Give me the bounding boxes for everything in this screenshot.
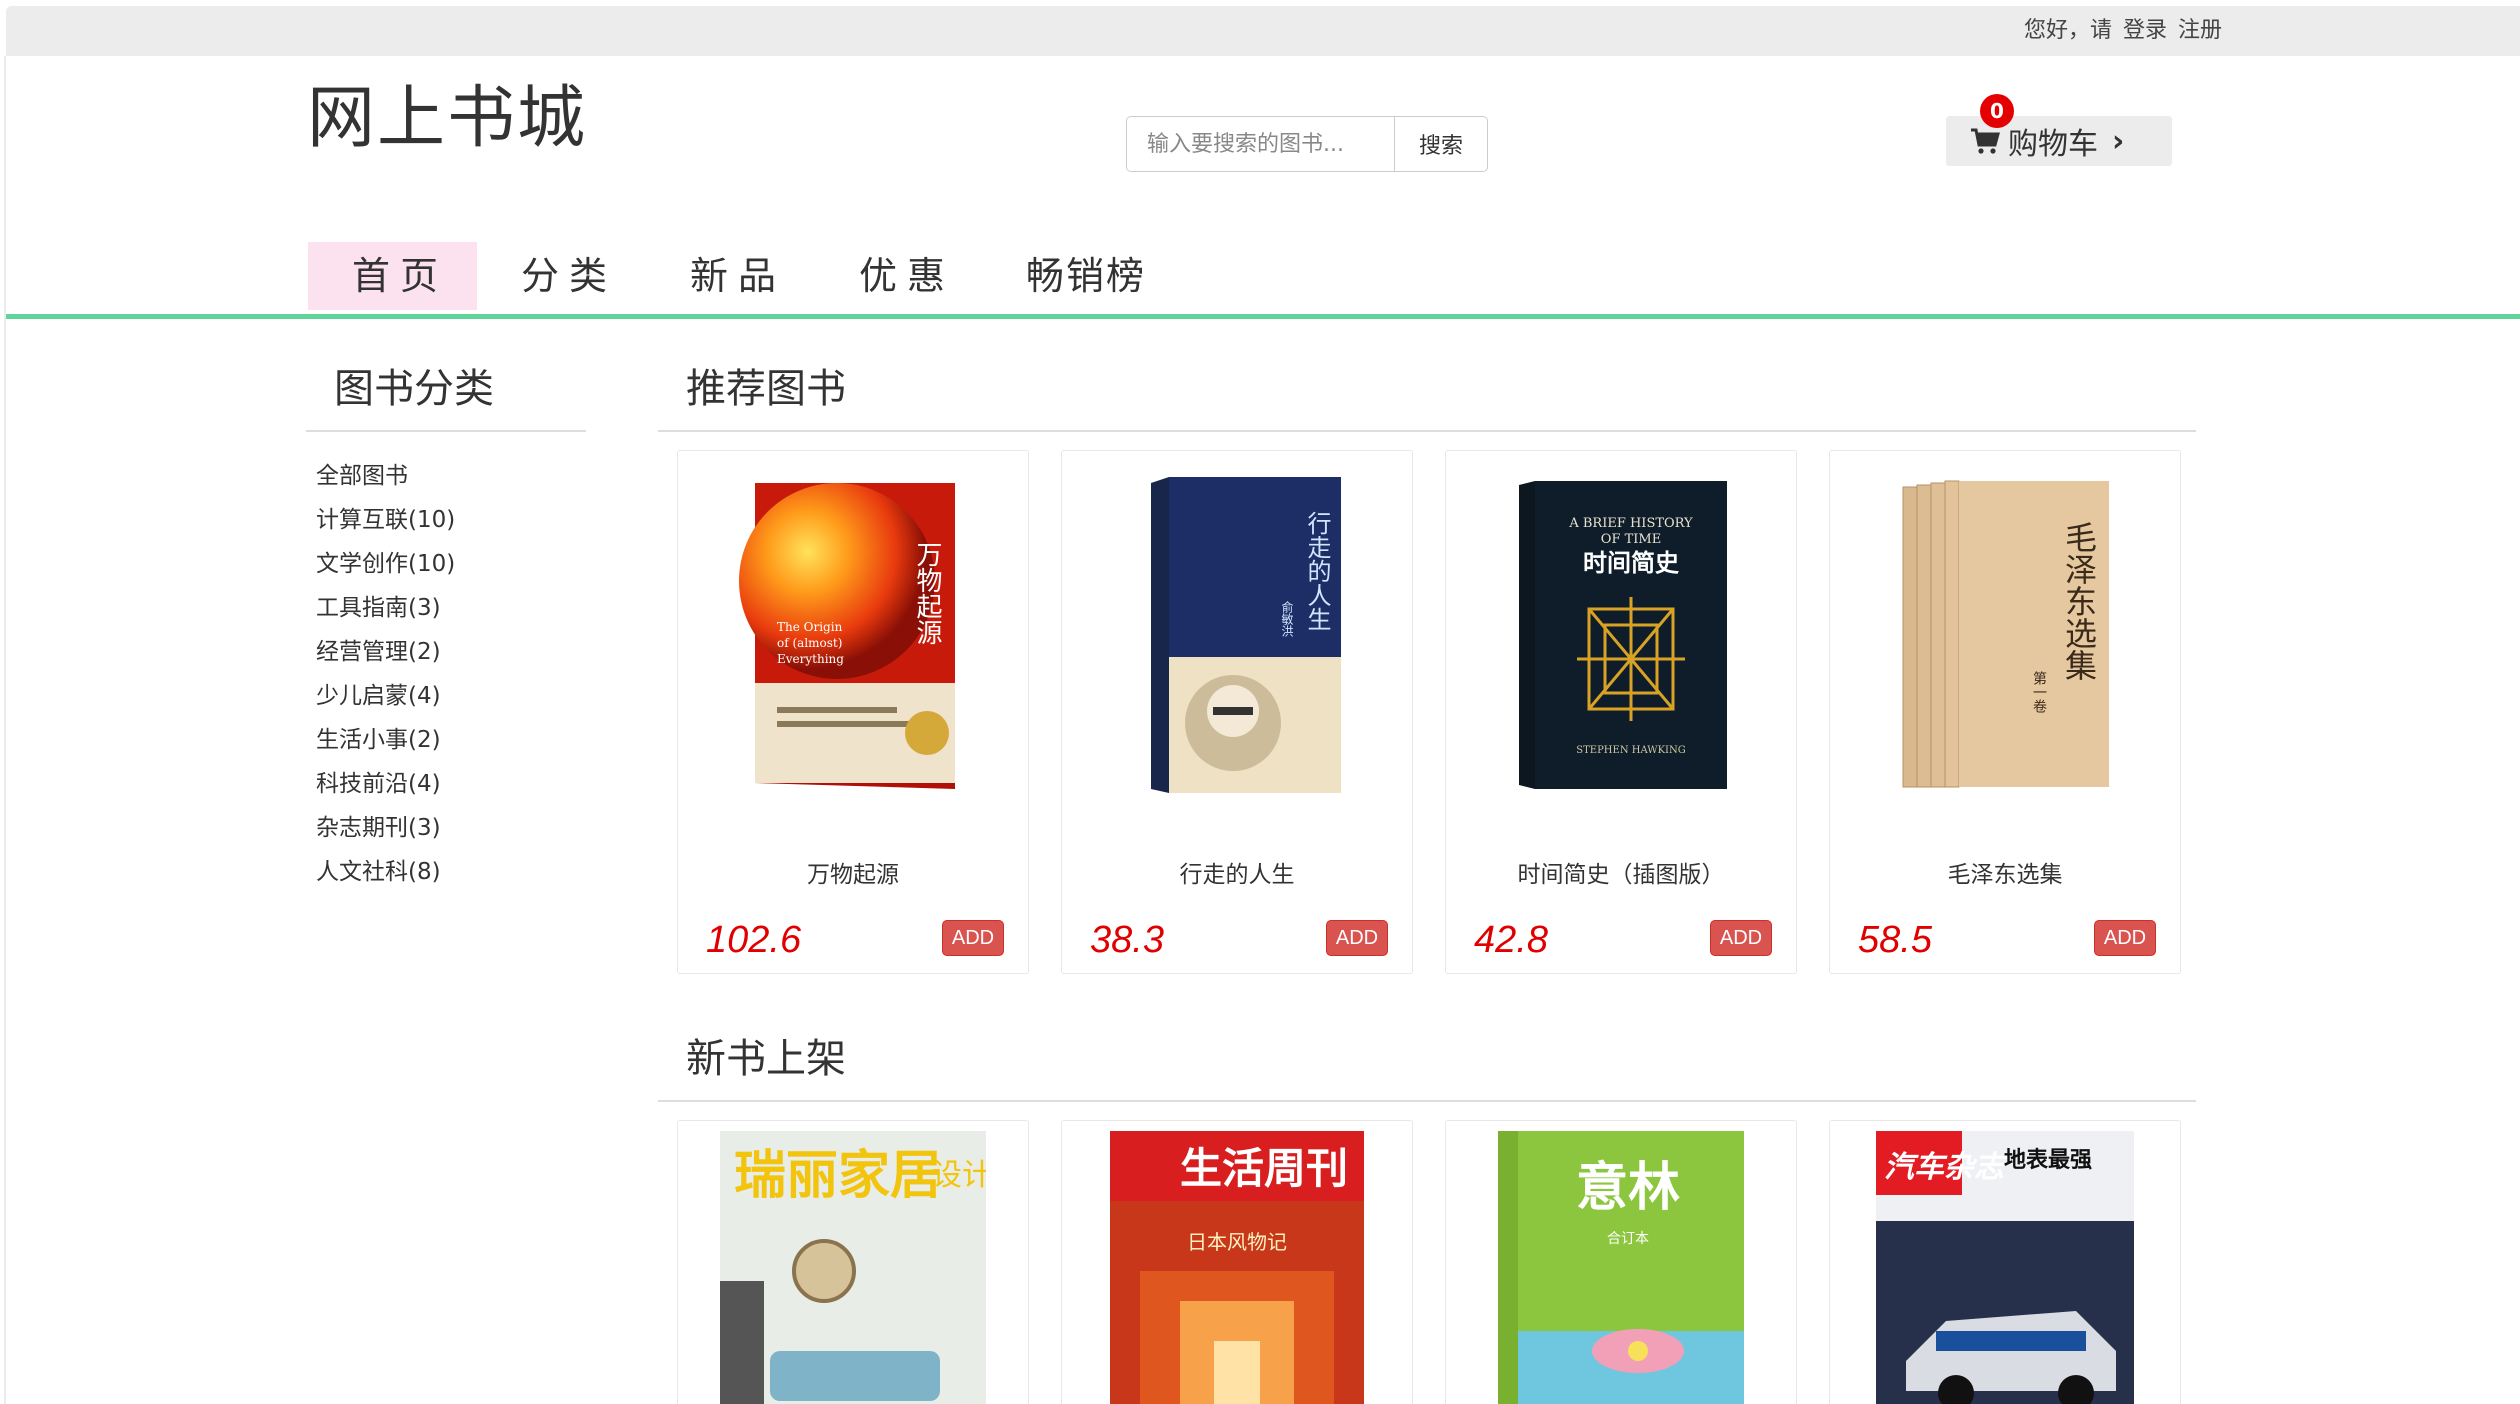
chevron-right-icon: › (2112, 123, 2125, 159)
book-title[interactable]: 毛泽东选集 (1830, 855, 2180, 889)
sidebar-divider (306, 430, 586, 432)
cart-count-badge: 0 (1980, 94, 2014, 128)
top-bar: 您好，请 登录 注册 (6, 6, 2520, 56)
recommended-divider (658, 430, 2196, 432)
svg-text:Everything: Everything (777, 652, 844, 666)
book-card[interactable]: 行走的人生 俞敏洪 行走的人生 38.3 ADD (1061, 450, 1413, 974)
book-price: 58.5 (1858, 919, 1932, 961)
book-cover-image[interactable]: 行走的人生 俞敏洪 (1121, 471, 1353, 801)
book-title[interactable]: 行走的人生 (1062, 855, 1412, 889)
new-books-divider (658, 1100, 2196, 1102)
login-link[interactable]: 登录 (2123, 18, 2167, 43)
svg-text:STEPHEN HAWKING: STEPHEN HAWKING (1576, 745, 1685, 756)
book-card[interactable]: 汽车杂志 地表最强 (1829, 1120, 2181, 1404)
search-bar: 搜索 (1126, 116, 1488, 172)
category-item-all[interactable]: 全部图书 (316, 454, 455, 498)
book-card[interactable]: 意林 合订本 (1445, 1120, 1797, 1404)
nav-home[interactable]: 首页 (308, 242, 477, 310)
recommended-title: 推荐图书 (686, 366, 846, 412)
sidebar-title: 图书分类 (334, 366, 494, 412)
cover-title-text: 汽车杂志 (1884, 1150, 2009, 1185)
category-item-management[interactable]: 经营管理(2) (316, 630, 455, 674)
cover-title-text: 意林 (1576, 1158, 1680, 1218)
cover-title-text: 行走的人生 (1303, 511, 1331, 631)
nav-category[interactable]: 分类 (477, 242, 646, 310)
svg-text:A BRIEF HISTORY: A BRIEF HISTORY (1568, 516, 1693, 531)
nav-divider (6, 314, 2520, 319)
site-title[interactable]: 网上书城 (307, 62, 587, 161)
cover-title-text: 万物起源 (912, 541, 942, 645)
cover-title-text: 毛泽东选集 (2060, 521, 2098, 681)
book-price: 42.8 (1474, 919, 1548, 961)
register-link[interactable]: 注册 (2178, 18, 2222, 43)
search-button[interactable]: 搜索 (1395, 116, 1488, 172)
cover-title-text: 生活周刊 (1180, 1144, 1348, 1193)
magazine-cover-image[interactable]: 意林 合订本 (1498, 1131, 1744, 1404)
search-input[interactable] (1126, 116, 1395, 172)
main-nav: 首页 分类 新品 优惠 畅销榜 (308, 242, 1184, 310)
page-border (4, 56, 6, 1404)
book-title[interactable]: 时间简史（插图版） (1446, 855, 1796, 889)
svg-text:俞敏洪: 俞敏洪 (1280, 600, 1294, 637)
nav-new[interactable]: 新品 (646, 242, 815, 310)
svg-text:of (almost): of (almost) (777, 636, 842, 650)
book-cover-image[interactable]: 毛泽东选集 第一卷 (1889, 471, 2121, 801)
book-card[interactable]: A BRIEF HISTORY OF TIME 时间简史 STEPHEN HAW… (1445, 450, 1797, 974)
book-cover-image[interactable]: A BRIEF HISTORY OF TIME 时间简史 STEPHEN HAW… (1505, 471, 1737, 801)
magazine-cover-image[interactable]: 汽车杂志 地表最强 (1876, 1131, 2134, 1404)
book-price: 102.6 (706, 919, 802, 961)
book-price: 38.3 (1090, 919, 1164, 961)
svg-text:日本风物记: 日本风物记 (1187, 1230, 1287, 1254)
svg-text:设计: 设计 (932, 1158, 986, 1193)
category-item-humanities[interactable]: 人文社科(8) (316, 850, 455, 894)
book-card[interactable]: 万物起源 The Origin of (almost) Everything 万… (677, 450, 1029, 974)
new-books-title: 新书上架 (686, 1036, 846, 1082)
svg-text:合订本: 合订本 (1607, 1231, 1649, 1247)
add-to-cart-button[interactable]: ADD (2094, 920, 2156, 956)
book-card[interactable]: 毛泽东选集 第一卷 毛泽东选集 58.5 ADD (1829, 450, 2181, 974)
category-item-technology[interactable]: 科技前沿(4) (316, 762, 455, 806)
account-links: 您好，请 登录 注册 (2020, 6, 2222, 56)
category-item-guides[interactable]: 工具指南(3) (316, 586, 455, 630)
book-card[interactable]: 瑞丽家居 设计 (677, 1120, 1029, 1404)
svg-text:The Origin: The Origin (777, 620, 843, 634)
book-cover-image[interactable]: 万物起源 The Origin of (almost) Everything (737, 471, 969, 801)
add-to-cart-button[interactable]: ADD (942, 920, 1004, 956)
book-card[interactable]: 生活周刊 日本风物记 (1061, 1120, 1413, 1404)
add-to-cart-button[interactable]: ADD (1326, 920, 1388, 956)
svg-text:OF TIME: OF TIME (1601, 532, 1661, 547)
category-item-magazines[interactable]: 杂志期刊(3) (316, 806, 455, 850)
category-item-children[interactable]: 少儿启蒙(4) (316, 674, 455, 718)
cart-label: 购物车 (2008, 127, 2098, 162)
svg-text:地表最强: 地表最强 (2004, 1148, 2092, 1173)
nav-discount[interactable]: 优惠 (815, 242, 984, 310)
svg-text:第一卷: 第一卷 (2031, 670, 2047, 713)
nav-bestseller[interactable]: 畅销榜 (984, 242, 1184, 310)
shopping-cart-icon (1971, 128, 2000, 154)
cover-title-text: 瑞丽家居 (734, 1146, 942, 1206)
category-item-computing[interactable]: 计算互联(10) (316, 498, 455, 542)
add-to-cart-button[interactable]: ADD (1710, 920, 1772, 956)
category-item-literature[interactable]: 文学创作(10) (316, 542, 455, 586)
cover-title-text: 时间简史 (1583, 549, 1680, 577)
magazine-cover-image[interactable]: 瑞丽家居 设计 (720, 1131, 986, 1404)
magazine-cover-image[interactable]: 生活周刊 日本风物记 (1110, 1131, 1364, 1404)
book-title[interactable]: 万物起源 (678, 855, 1028, 889)
category-item-life[interactable]: 生活小事(2) (316, 718, 455, 762)
cart-button[interactable]: 购物车 › 0 (1946, 94, 2172, 166)
category-list: 全部图书 计算互联(10) 文学创作(10) 工具指南(3) 经营管理(2) 少… (316, 454, 455, 894)
greeting-text: 您好，请 (2023, 18, 2112, 43)
